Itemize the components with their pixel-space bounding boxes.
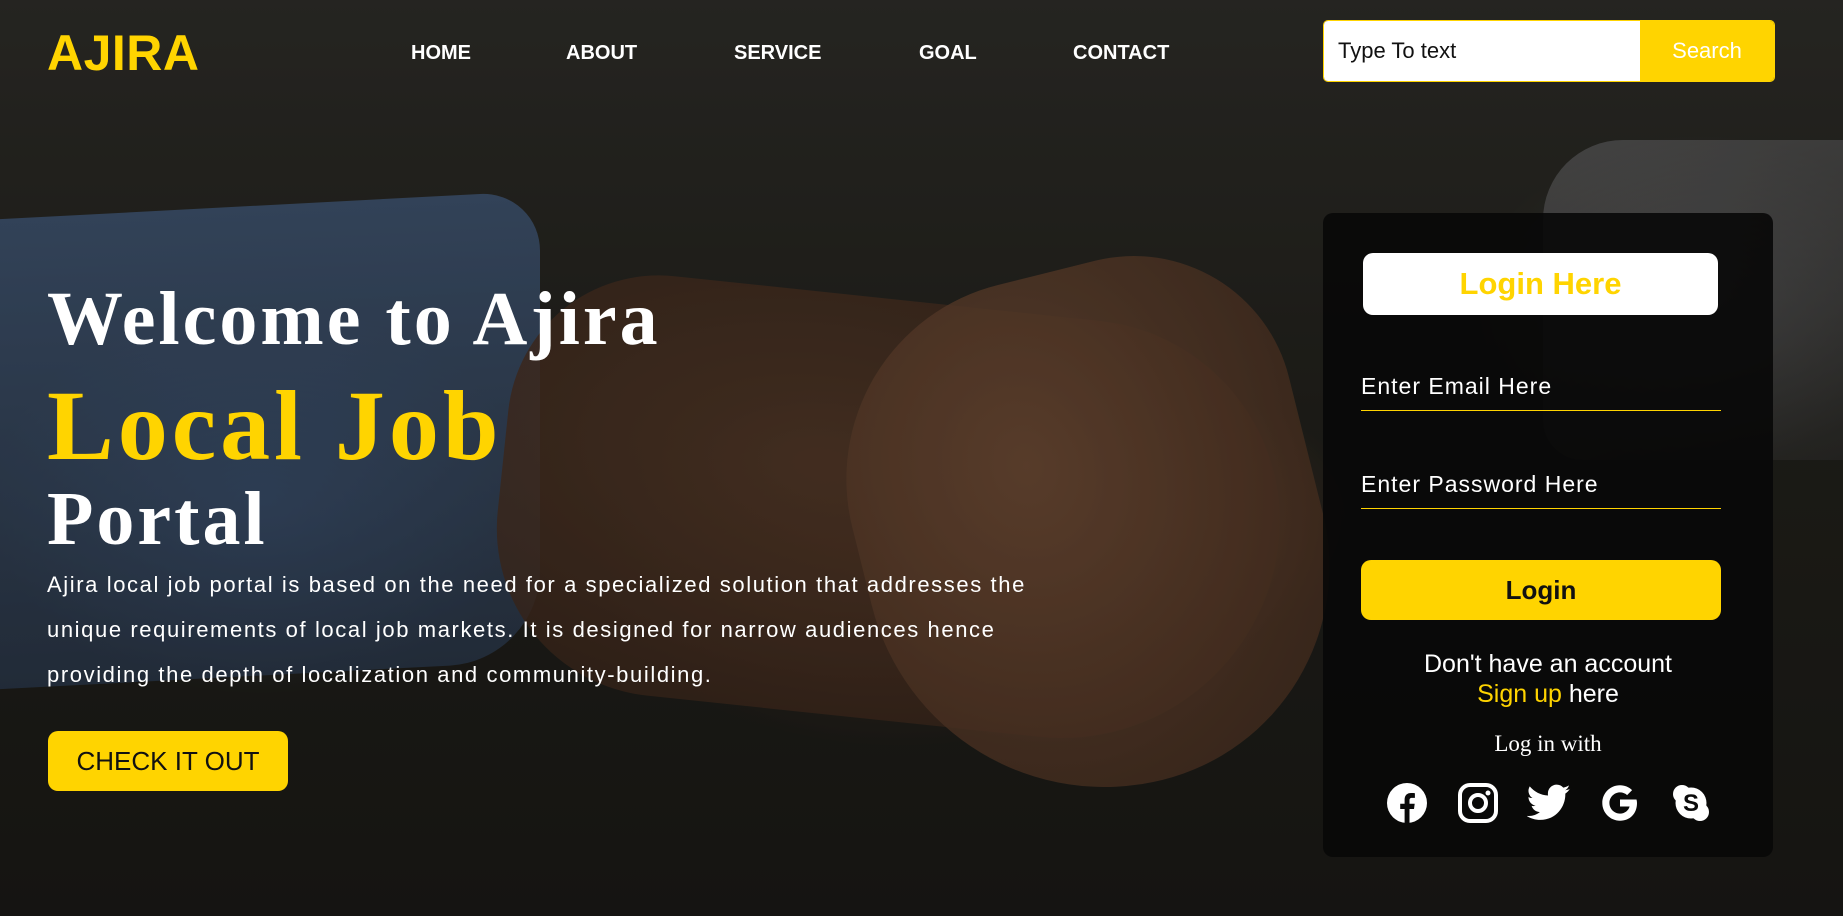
signup-line: Sign up here <box>1323 679 1773 709</box>
nav-about[interactable]: ABOUT <box>566 42 637 65</box>
skype-icon[interactable]: S <box>1669 781 1713 825</box>
check-it-out-button[interactable]: CHECK IT OUT <box>48 731 288 791</box>
facebook-icon[interactable] <box>1385 781 1429 825</box>
instagram-icon[interactable] <box>1456 781 1500 825</box>
google-icon[interactable] <box>1598 781 1642 825</box>
nav-contact[interactable]: CONTACT <box>1073 42 1169 65</box>
signup-prompt: Don't have an account <box>1424 650 1672 678</box>
login-with-label: Log in with <box>1494 731 1602 756</box>
search-bar: Search <box>1323 20 1775 82</box>
login-button[interactable]: Login <box>1361 560 1721 620</box>
signup-prompt-block: Don't have an account Sign up here <box>1323 649 1773 709</box>
search-input[interactable] <box>1324 21 1640 81</box>
password-field[interactable] <box>1361 461 1721 509</box>
site-logo[interactable]: AJIRA <box>47 24 200 82</box>
search-button[interactable]: Search <box>1640 21 1774 81</box>
signup-link[interactable]: Sign up <box>1477 680 1562 708</box>
login-heading: Login Here <box>1363 253 1718 315</box>
twitter-icon[interactable] <box>1527 781 1571 825</box>
hero-description: Ajira local job portal is based on the n… <box>47 572 1026 687</box>
hero-title: Welcome to Ajira <box>47 277 661 361</box>
social-login-row: S <box>1323 781 1773 825</box>
nav-goal[interactable]: GOAL <box>919 42 977 65</box>
nav-home[interactable]: HOME <box>411 42 471 65</box>
hero-accent-title: Local Job <box>47 370 503 481</box>
svg-text:S: S <box>1683 790 1699 817</box>
email-field[interactable] <box>1361 363 1721 411</box>
signup-suffix: here <box>1561 680 1619 708</box>
nav-service[interactable]: SERVICE <box>734 42 821 65</box>
page: AJIRA HOME ABOUT SERVICE GOAL CONTACT Se… <box>0 0 1843 916</box>
hero-subtitle: Portal <box>47 477 268 561</box>
login-card: Login Here Login Don't have an account S… <box>1323 213 1773 857</box>
